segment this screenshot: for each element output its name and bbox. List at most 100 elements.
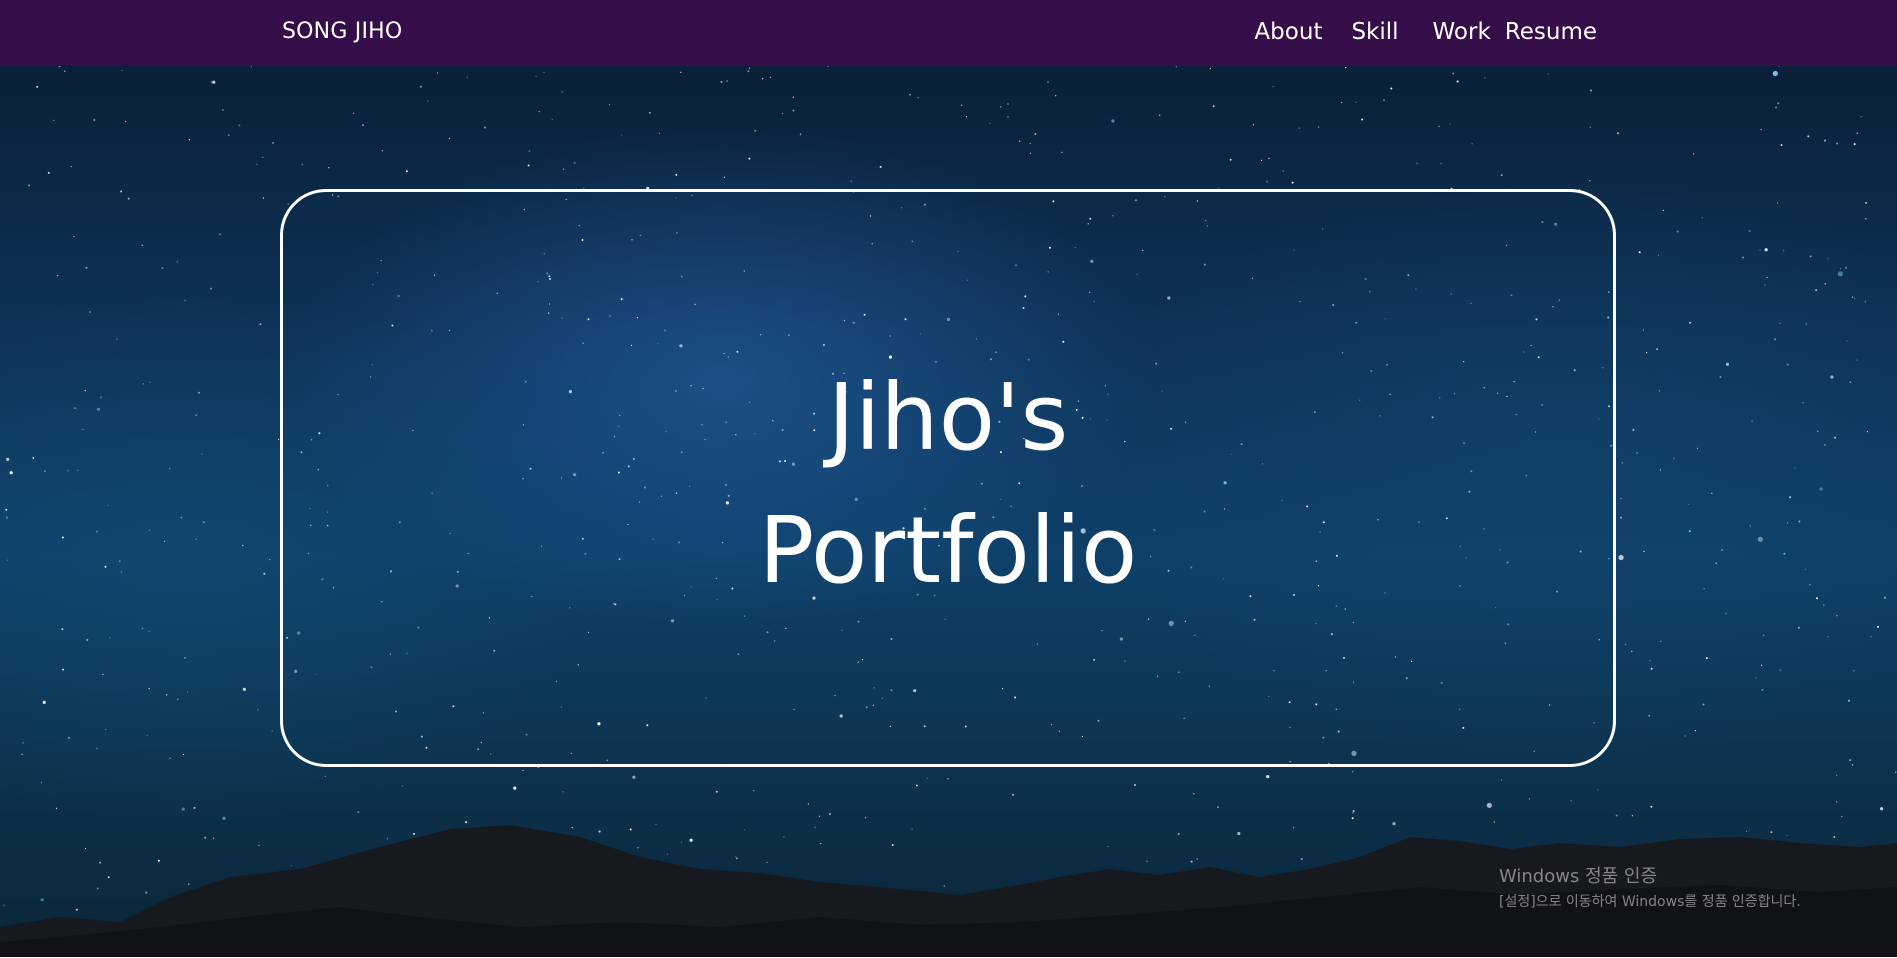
star xyxy=(1824,444,1826,446)
star xyxy=(1715,562,1717,564)
star xyxy=(1759,249,1761,251)
nav-link-work[interactable]: Work xyxy=(1433,19,1491,45)
star xyxy=(148,529,150,531)
star xyxy=(1416,162,1418,164)
star xyxy=(1159,114,1161,116)
star xyxy=(1047,81,1049,83)
star xyxy=(1452,72,1455,75)
star xyxy=(1484,77,1486,79)
star xyxy=(1748,230,1751,232)
star xyxy=(800,133,802,135)
star xyxy=(769,76,772,78)
star xyxy=(250,66,252,68)
star xyxy=(166,694,168,696)
star xyxy=(362,124,364,127)
star xyxy=(1755,677,1757,679)
star xyxy=(1631,650,1633,653)
star xyxy=(436,72,438,74)
star xyxy=(1620,516,1622,519)
star xyxy=(44,470,46,472)
star xyxy=(522,769,524,772)
star xyxy=(187,691,189,693)
star xyxy=(85,266,88,269)
brand-logo-link[interactable]: SONG JIHO xyxy=(282,19,402,44)
star xyxy=(57,275,59,277)
star xyxy=(1007,116,1009,118)
star xyxy=(1809,255,1812,258)
star xyxy=(1852,764,1854,766)
star xyxy=(1656,348,1659,351)
star xyxy=(1352,771,1354,773)
star xyxy=(1830,375,1834,379)
star xyxy=(1853,143,1856,146)
star xyxy=(107,504,109,506)
star xyxy=(543,71,545,73)
star xyxy=(1772,70,1778,77)
star xyxy=(1440,163,1442,165)
star xyxy=(1839,268,1842,270)
star xyxy=(1853,670,1855,672)
nav-link-skill[interactable]: Skill xyxy=(1351,19,1398,45)
star xyxy=(648,111,651,114)
star xyxy=(120,190,123,193)
star xyxy=(353,112,355,114)
star xyxy=(535,75,537,77)
star xyxy=(419,85,422,88)
star xyxy=(1694,730,1697,732)
star xyxy=(1701,217,1703,219)
star xyxy=(1787,522,1789,524)
star xyxy=(1817,430,1819,432)
star xyxy=(850,180,852,182)
star xyxy=(1805,323,1807,325)
star xyxy=(195,538,197,540)
star xyxy=(1646,352,1648,354)
star xyxy=(1298,127,1300,129)
star xyxy=(1865,218,1867,220)
star xyxy=(1856,359,1858,361)
star xyxy=(121,70,123,72)
star xyxy=(1777,102,1780,105)
star xyxy=(1589,180,1591,182)
star xyxy=(210,287,212,290)
star xyxy=(1702,703,1705,706)
star xyxy=(176,698,179,701)
star xyxy=(1851,296,1853,298)
star xyxy=(58,66,61,68)
star xyxy=(1318,126,1320,128)
star xyxy=(1764,248,1768,252)
star xyxy=(427,100,429,102)
star xyxy=(202,521,205,524)
star xyxy=(301,163,303,166)
star xyxy=(551,118,553,120)
nav-link-about[interactable]: About xyxy=(1254,19,1322,45)
star xyxy=(149,381,151,383)
star xyxy=(70,166,72,168)
star xyxy=(1688,503,1690,505)
star xyxy=(1776,202,1779,204)
star xyxy=(1449,123,1451,125)
star xyxy=(89,311,91,313)
nav-link-resume[interactable]: Resume xyxy=(1505,19,1597,45)
star xyxy=(879,165,882,168)
star xyxy=(1547,73,1549,75)
star xyxy=(127,197,130,200)
star xyxy=(527,164,530,167)
star xyxy=(1212,105,1215,108)
star xyxy=(263,572,266,575)
star xyxy=(1797,626,1800,629)
star xyxy=(1780,144,1783,146)
star xyxy=(621,134,623,136)
star xyxy=(219,233,222,236)
star xyxy=(466,76,468,78)
star xyxy=(1778,66,1780,67)
star xyxy=(1705,657,1708,660)
star xyxy=(64,70,66,72)
star xyxy=(287,203,289,205)
star xyxy=(1055,95,1057,97)
star xyxy=(104,565,107,568)
star xyxy=(1676,230,1679,233)
star xyxy=(73,407,76,410)
star xyxy=(1252,124,1254,126)
star xyxy=(1589,126,1591,128)
star xyxy=(1870,636,1872,638)
